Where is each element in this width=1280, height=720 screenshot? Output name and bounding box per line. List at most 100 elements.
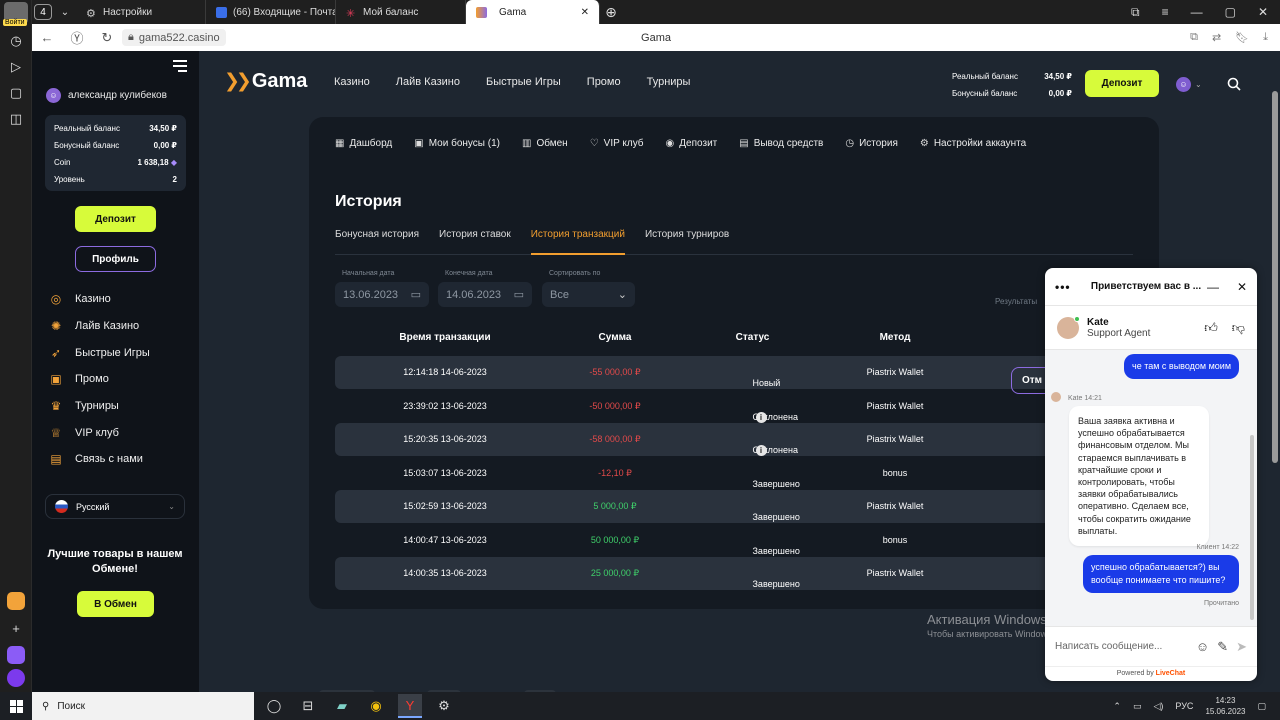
download-icon[interactable]: ⤓ (1263, 31, 1268, 44)
thumbs-up-icon[interactable]: 👍︎ (1204, 320, 1218, 336)
thumbs-down-icon[interactable]: 👎︎ (1232, 320, 1245, 336)
end-date-input[interactable]: 14.06.2023 ▭ (438, 282, 532, 307)
menu-icon[interactable]: ≡ (1162, 5, 1169, 19)
minimize-icon[interactable]: — (1191, 5, 1203, 19)
cell-amount: -50 000,00 ₽ (589, 400, 641, 411)
alice-icon[interactable] (7, 646, 25, 664)
nav-tournaments[interactable]: Турниры (647, 76, 691, 88)
user-menu[interactable]: ☺ ⌄ (1176, 77, 1202, 92)
sidebar-item-promo[interactable]: ▣ Промо (49, 366, 150, 393)
tab-bonus-history[interactable]: Бонусная история (335, 228, 419, 255)
col-method: Метод (879, 332, 911, 343)
bookmark-icon[interactable]: 🔖︎ (1235, 31, 1249, 44)
nav-casino[interactable]: Казино (334, 76, 370, 88)
browser-profile[interactable]: Войти (3, 2, 28, 26)
sidebar-item-fast-games[interactable]: ➶ Быстрые Игры (49, 339, 150, 366)
history-icon[interactable]: ◷ (0, 28, 32, 54)
start-date-input[interactable]: 13.06.2023 ▭ (335, 282, 429, 307)
address-bar: ← Ⓨ ↻ 🔒︎ gama522.casino Gama ⧉ ⇄ 🔖︎ ⤓ (32, 24, 1280, 51)
notifications-icon[interactable]: ▢ (1257, 701, 1266, 712)
maximize-icon[interactable]: ▢ (1225, 5, 1236, 19)
task-view-icon[interactable]: ◯ (262, 694, 286, 718)
tab-transaction-history[interactable]: История транзакций (530, 228, 625, 255)
sidebar-item-casino[interactable]: ◎ Казино (49, 286, 150, 313)
nav-live-casino[interactable]: Лайв Казино (396, 76, 460, 88)
account-nav-withdraw[interactable]: ▤ Вывод средств (739, 138, 823, 149)
tab-gama[interactable]: Gama ✕ (466, 0, 600, 24)
attachment-icon[interactable]: ✎ (1217, 639, 1228, 655)
hamburger-icon[interactable] (173, 60, 187, 75)
send-icon[interactable]: ➤ (1236, 639, 1247, 655)
translate-icon[interactable]: ⇄ (1212, 31, 1221, 44)
account-nav-vip[interactable]: ♡ VIP клуб (590, 138, 644, 149)
account-nav-dashboard[interactable]: ▦ Дашборд (335, 138, 392, 149)
copy-icon[interactable]: ⧉ (1190, 31, 1198, 44)
volume-icon[interactable]: ◁) (1153, 701, 1163, 712)
header-deposit-button[interactable]: Депозит (1085, 70, 1159, 97)
sidebar-item-vip[interactable]: ♕ VIP клуб (49, 419, 150, 446)
tab-tournament-history[interactable]: История турниров (645, 228, 729, 255)
sort-select[interactable]: Все ⌄ (542, 282, 635, 307)
sidebar-item-tournaments[interactable]: ♛ Турниры (49, 393, 150, 420)
nav-fast-games[interactable]: Быстрые Игры (486, 76, 561, 88)
sidebar-item-contact[interactable]: ▤ Связь с нами (49, 446, 150, 473)
language-indicator[interactable]: РУС (1175, 701, 1193, 711)
tab-title: Мой баланс (363, 6, 419, 18)
close-window-icon[interactable]: ✕ (1258, 5, 1268, 19)
info-icon[interactable]: i (755, 411, 767, 423)
notes-app-icon[interactable]: ▰ (330, 694, 354, 718)
more-icon[interactable]: ••• (1055, 280, 1085, 294)
info-icon[interactable]: i (755, 445, 767, 456)
user-info[interactable]: ☺ александр кулибеков (46, 88, 167, 103)
tab-balance[interactable]: ✳ Мой баланс (336, 0, 466, 24)
search-icon[interactable] (1227, 77, 1241, 91)
yandex-icon[interactable]: Ⓨ (62, 28, 92, 47)
tab-settings[interactable]: ⚙ Настройки (76, 0, 206, 24)
back-icon[interactable]: ← (32, 30, 62, 45)
new-tab-icon[interactable]: ⊕ (600, 0, 622, 24)
taskbar-search[interactable]: ⚲ Поиск (32, 692, 254, 720)
nav-promo[interactable]: Промо (587, 76, 621, 88)
sidebar-item-live-casino[interactable]: ✺ Лайв Казино (49, 313, 150, 340)
emoji-icon[interactable]: ☺ (1196, 639, 1209, 655)
url-field[interactable]: 🔒︎ gama522.casino (122, 29, 226, 46)
powered-by[interactable]: Powered by LiveChat (1045, 666, 1257, 681)
scrollbar[interactable] (1270, 51, 1278, 692)
logo[interactable]: ❯❯ Gama (224, 70, 307, 93)
account-nav-exchange[interactable]: ▥ Обмен (522, 138, 568, 149)
account-nav-bonuses[interactable]: ▣ Мои бонусы (1) (414, 138, 500, 149)
tab-count-icon[interactable]: ▢ (0, 80, 32, 106)
tabs-panel-icon[interactable]: ⧉ (1131, 5, 1140, 20)
language-select[interactable]: Русский ⌄ (45, 494, 185, 519)
yandex-browser-icon[interactable]: Y (398, 694, 422, 718)
clock[interactable]: 14:23 15.06.2023 (1205, 695, 1245, 717)
profile-button[interactable]: Профиль (75, 246, 156, 272)
tab-mail[interactable]: (66) Входящие - Почта Ма (206, 0, 336, 24)
tab-bet-history[interactable]: История ставок (439, 228, 511, 255)
exchange-button[interactable]: В Обмен (77, 591, 154, 617)
account-nav-settings[interactable]: ⚙ Настройки аккаунта (920, 138, 1026, 149)
scrollbar-thumb[interactable] (1272, 91, 1278, 463)
minimize-icon[interactable]: — (1207, 280, 1219, 294)
reload-icon[interactable]: ↻ (92, 30, 122, 46)
account-nav-history[interactable]: ◷ История (845, 138, 898, 149)
start-button[interactable] (0, 699, 32, 713)
assistant-icon[interactable] (7, 669, 25, 687)
screenshot-icon[interactable]: ◫ (0, 106, 32, 132)
chat-scrollbar[interactable] (1250, 435, 1254, 620)
chrome-icon[interactable]: ◉ (364, 694, 388, 718)
widgets-icon[interactable]: ⊟ (296, 694, 320, 718)
account-nav-deposit[interactable]: ◉ Депозит (666, 138, 718, 149)
tab-count[interactable]: 4 (34, 4, 52, 20)
app-tile-icon[interactable] (7, 592, 25, 610)
chevron-down-icon[interactable]: ⌄ (54, 0, 76, 24)
settings-icon[interactable]: ⚙ (432, 694, 456, 718)
close-icon[interactable]: ✕ (1237, 280, 1247, 294)
close-icon[interactable]: ✕ (581, 7, 589, 18)
play-icon[interactable]: ▷ (0, 54, 32, 80)
add-icon[interactable]: + (0, 615, 32, 641)
message-input[interactable]: Написать сообщение... ☺ ✎ ➤ (1045, 626, 1257, 666)
chevron-up-icon[interactable]: ⌃ (1113, 701, 1121, 712)
deposit-button[interactable]: Депозит (75, 206, 156, 232)
network-icon[interactable]: ▭ (1133, 701, 1142, 712)
